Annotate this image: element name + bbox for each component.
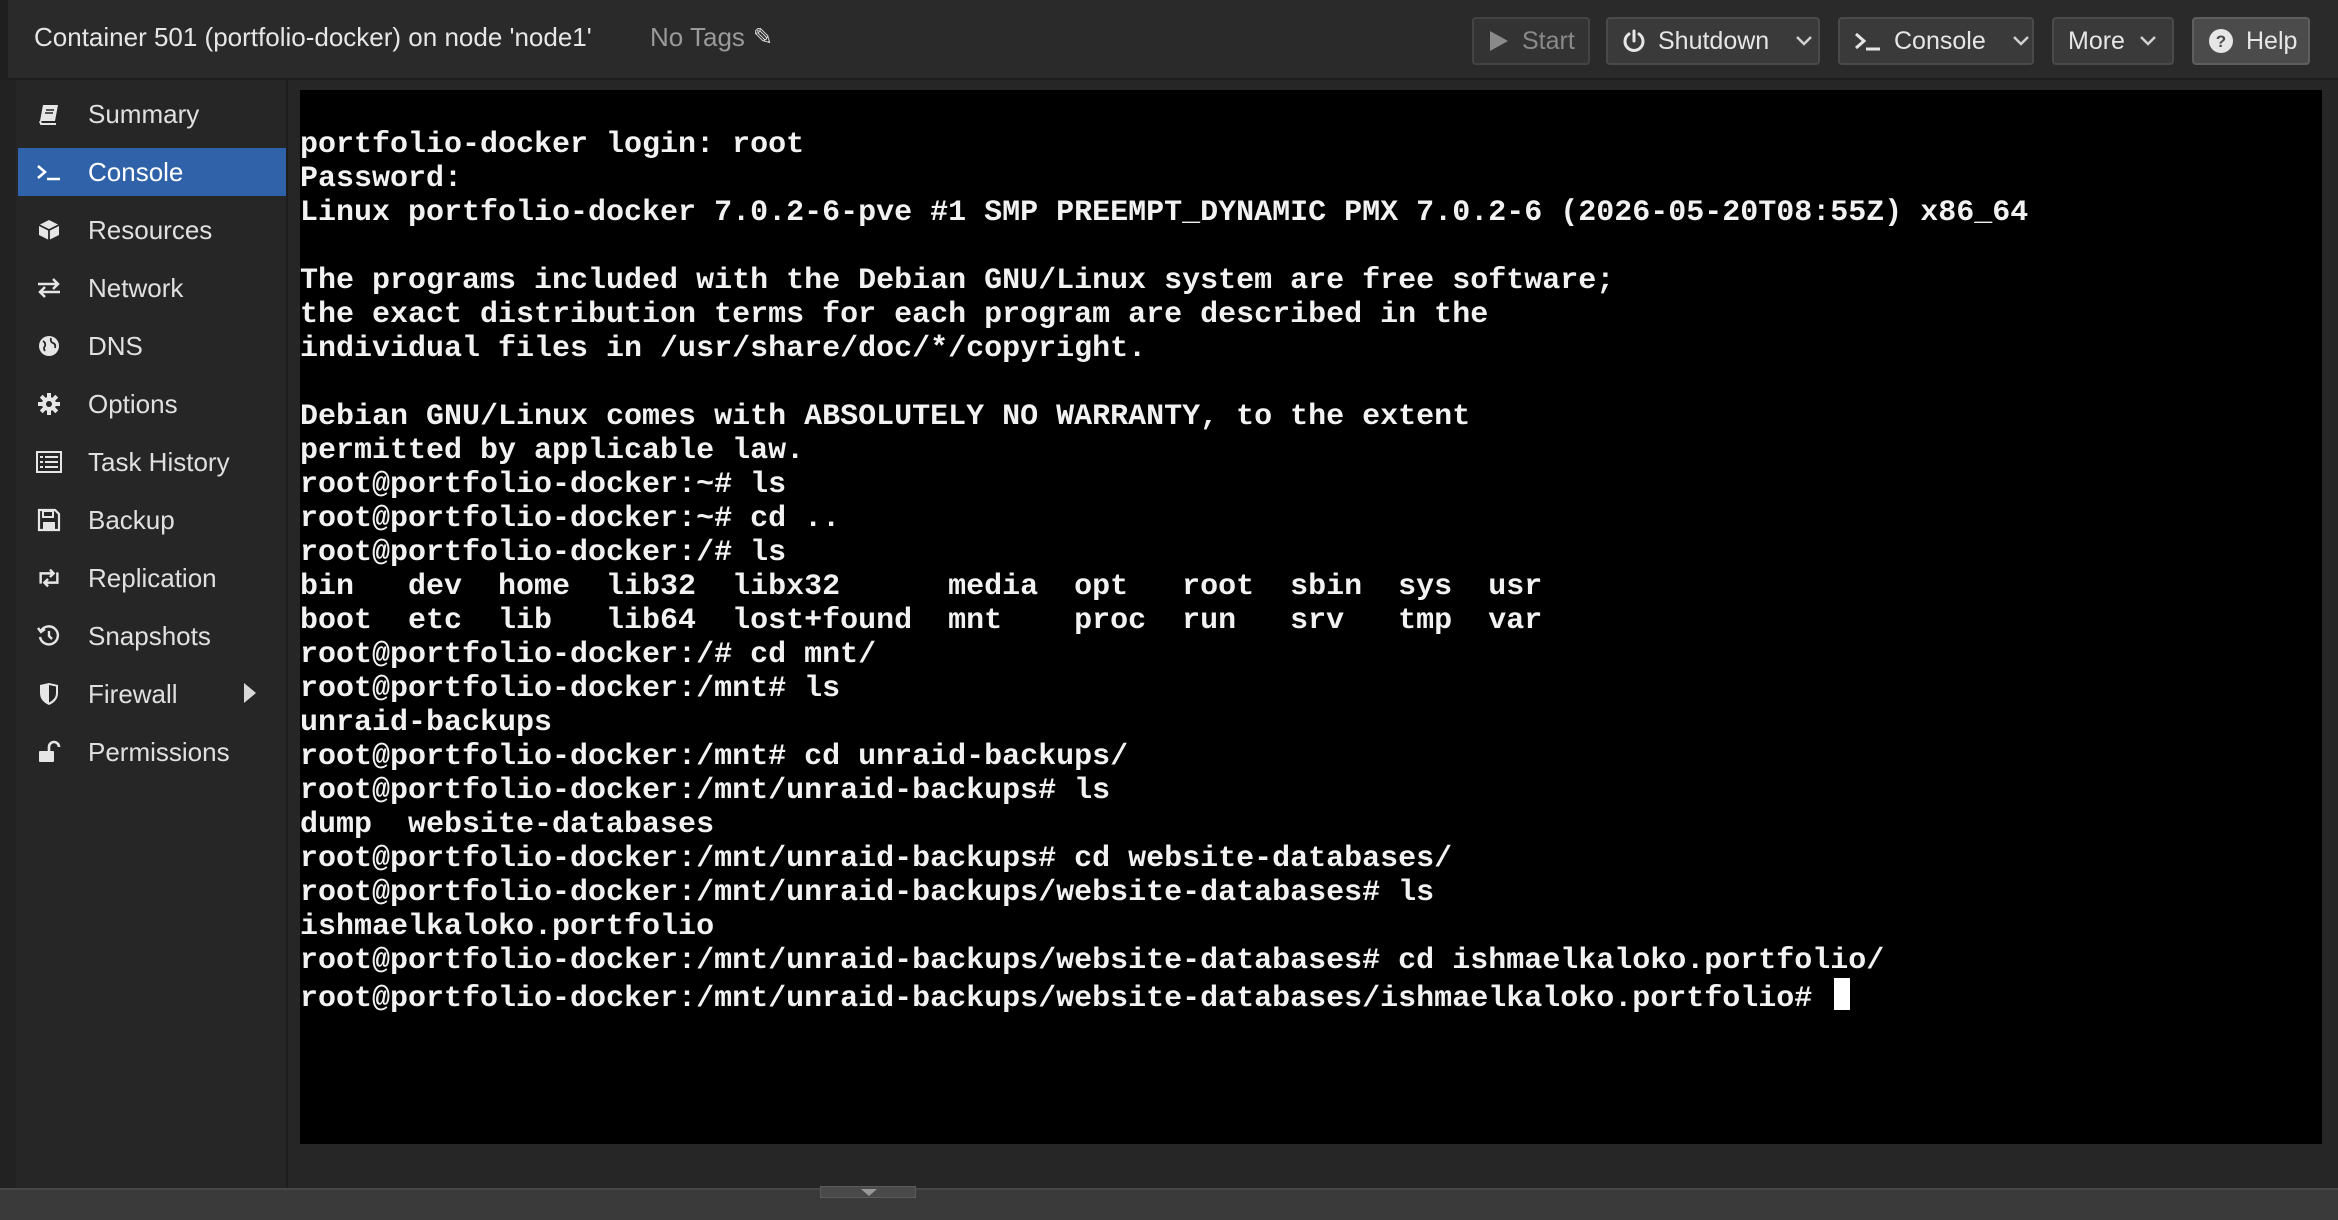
terminal-line: ishmaelkaloko.portfolio [300,910,715,944]
sidebar-item-replication[interactable]: Replication [18,554,286,602]
terminal-screen[interactable]: portfolio-docker login: root Password: L… [300,90,2322,1144]
terminal-line: root@portfolio-docker:/# cd mnt/ [300,638,877,672]
terminal-icon [36,159,62,185]
pencil-icon[interactable]: ✎ [753,23,773,52]
terminal-line: root@portfolio-docker:/mnt/unraid-backup… [300,876,1435,910]
terminal-line: root@portfolio-docker:/mnt# ls [300,672,841,706]
retweet-icon [36,565,62,591]
sidebar-item-backup[interactable]: Backup [18,496,286,544]
sidebar-item-label: Resources [88,214,213,245]
sidebar-item-firewall[interactable]: Firewall [18,670,286,718]
sidebar-item-label: Backup [88,504,175,535]
chevron-down-icon [2139,30,2157,53]
sidebar-item-console[interactable]: Console [18,148,286,196]
terminal-line: the exact distribution terms for each pr… [300,298,1489,332]
terminal-prompt: root@portfolio-docker:/mnt/unraid-backup… [300,982,1831,1016]
question-circle-icon: ? [2208,28,2234,54]
sidebar-item-label: Firewall [88,678,178,709]
terminal-line: Password: [300,162,463,196]
terminal-line: boot etc lib lib64 lost+found mnt proc r… [300,604,1543,638]
cube-icon [36,217,62,243]
tags-label: No Tags [650,22,745,52]
terminal-line: Linux portfolio-docker 7.0.2-6-pve #1 SM… [300,196,2029,230]
terminal-line: root@portfolio-docker:/mnt/unraid-backup… [300,774,1111,808]
terminal-line: bin dev home lib32 libx32 media opt root… [300,570,1543,604]
sidebar: Summary Console Resources Network DNS Op… [0,80,288,1188]
help-button[interactable]: ? Help [2192,17,2310,65]
terminal-line: root@portfolio-docker:/mnt# cd unraid-ba… [300,740,1129,774]
power-icon [1622,29,1646,53]
terminal-line: portfolio-docker login: root [300,128,805,162]
terminal-line: unraid-backups [300,706,553,740]
sidebar-item-label: Console [88,156,184,187]
collapse-splitter-handle[interactable] [820,1186,916,1198]
start-button[interactable]: Start [1472,17,1590,65]
header-edge [0,0,8,80]
tags-editor[interactable]: No Tags ✎ [650,22,773,53]
more-label: More [2068,26,2125,55]
sidebar-item-summary[interactable]: Summary [18,90,286,138]
sidebar-item-label: Replication [88,562,217,593]
terminal-line: The programs included with the Debian GN… [300,264,1615,298]
terminal-line: root@portfolio-docker:~# cd .. [300,502,841,536]
sidebar-item-label: DNS [88,330,143,361]
sidebar-item-network[interactable]: Network [18,264,286,312]
terminal-line: dump website-databases [300,808,715,842]
terminal-line: Debian GNU/Linux comes with ABSOLUTELY N… [300,400,1471,434]
terminal-line: root@portfolio-docker:/mnt/unraid-backup… [300,944,1885,978]
sidebar-item-resources[interactable]: Resources [18,206,286,254]
sidebar-item-permissions[interactable]: Permissions [18,728,286,776]
shutdown-label: Shutdown [1658,26,1770,55]
terminal-line: permitted by applicable law. [300,434,805,468]
help-label: Help [2246,26,2298,55]
more-button[interactable]: More [2052,17,2174,65]
sidebar-item-label: Summary [88,98,200,129]
terminal-prompt-line: root@portfolio-docker:/mnt/unraid-backup… [300,978,2322,1016]
expand-arrow-icon[interactable] [244,683,256,703]
svg-text:?: ? [2216,32,2226,51]
page-title: Container 501 (portfolio-docker) on node… [34,22,592,52]
sidebar-item-dns[interactable]: DNS [18,322,286,370]
sidebar-item-snapshots[interactable]: Snapshots [18,612,286,660]
start-label: Start [1522,26,1575,55]
shutdown-button[interactable]: Shutdown [1606,17,1820,65]
terminal-line: root@portfolio-docker:/# ls [300,536,787,570]
terminal-icon [1854,29,1882,53]
globe-icon [36,333,62,359]
console-label: Console [1894,26,1986,55]
history-icon [36,623,62,649]
gear-icon [36,391,62,417]
terminal-line: root@portfolio-docker:~# ls [300,468,787,502]
terminal-cursor [1834,978,1851,1010]
shield-icon [36,681,62,707]
chevron-down-icon[interactable] [1795,30,1813,53]
sidebar-item-task-history[interactable]: Task History [18,438,286,486]
exchange-icon [36,275,62,301]
sidebar-item-label: Task History [88,446,230,477]
list-icon [36,449,62,475]
terminal-line: root@portfolio-docker:/mnt/unraid-backup… [300,842,1453,876]
sidebar-item-label: Options [88,388,178,419]
book-icon [36,101,62,127]
chevron-down-icon[interactable] [2012,30,2030,53]
sidebar-item-label: Permissions [88,736,230,767]
unlock-icon [36,739,62,765]
sidebar-item-label: Network [88,272,184,303]
play-icon [1488,29,1510,53]
header-bar: Container 501 (portfolio-docker) on node… [0,0,2338,80]
app-window: Container 501 (portfolio-docker) on node… [0,0,2338,1220]
floppy-icon [36,507,62,533]
console-button[interactable]: Console [1838,17,2034,65]
terminal-line: individual files in /usr/share/doc/*/cop… [300,332,1147,366]
status-bar [0,1188,2338,1220]
sidebar-item-options[interactable]: Options [18,380,286,428]
console-panel: portfolio-docker login: root Password: L… [290,82,2338,1190]
sidebar-item-label: Snapshots [88,620,211,651]
